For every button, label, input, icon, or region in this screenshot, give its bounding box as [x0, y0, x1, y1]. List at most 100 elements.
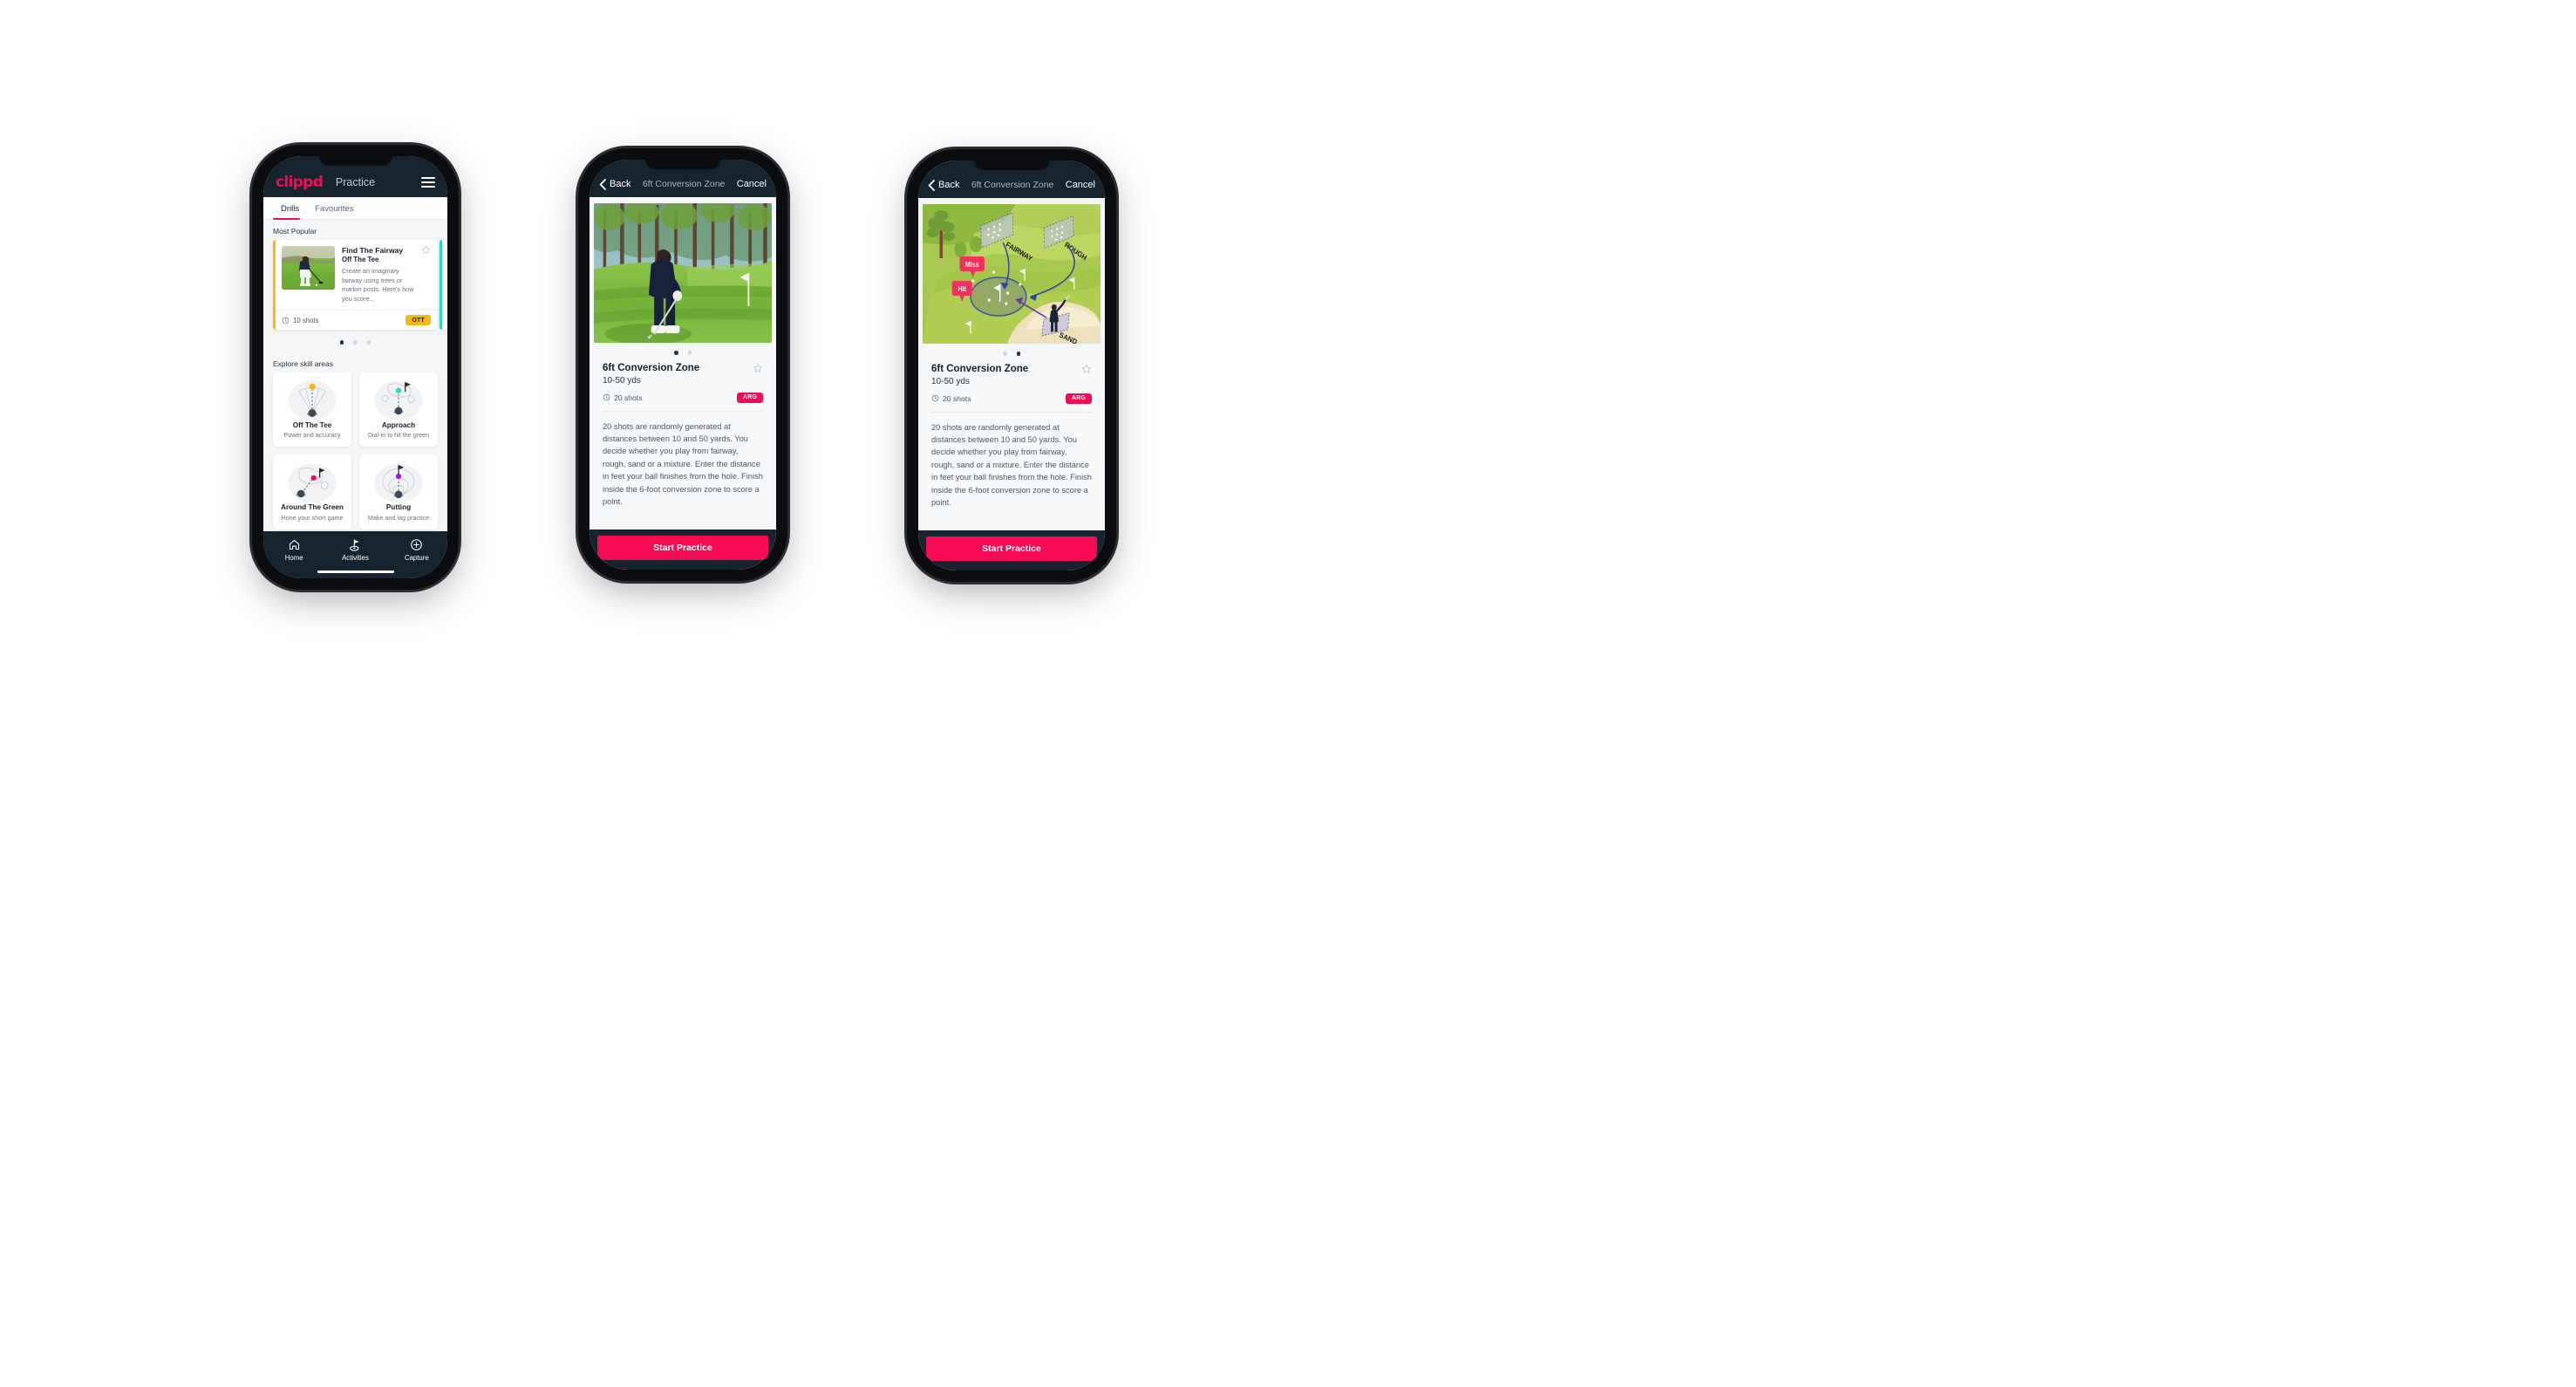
- phone1-screen: clippd Practice Drills Favourites Most P…: [263, 156, 447, 578]
- drill-shots-label: 10 shots: [293, 316, 319, 325]
- drill-detail-description: 20 shots are randomly generated at dista…: [931, 422, 1092, 507]
- skill-card-putting[interactable]: Putting Make and lag practice: [359, 454, 438, 530]
- hero-media[interactable]: [594, 203, 772, 343]
- skill-card-approach[interactable]: Approach Dial-in to hit the green: [359, 372, 438, 448]
- skill-card-title: Off The Tee: [292, 420, 332, 429]
- drill-shots-label: 20 shots: [614, 393, 643, 402]
- back-button[interactable]: Back: [599, 178, 631, 190]
- putting-rings-icon: [363, 462, 434, 503]
- bottom-tabbar: Home Activities Capture: [263, 531, 447, 578]
- tabbar-item-home[interactable]: Home: [263, 537, 324, 578]
- brand-logo[interactable]: clippd: [276, 174, 324, 191]
- drill-subtitle: Off The Tee: [342, 256, 379, 263]
- svg-text:Hit: Hit: [958, 285, 967, 294]
- start-practice-button[interactable]: Start Practice: [926, 536, 1097, 561]
- cancel-button[interactable]: Cancel: [737, 179, 767, 189]
- star-outline-icon[interactable]: [753, 363, 763, 373]
- tabbar-item-capture[interactable]: Capture: [386, 537, 447, 578]
- carousel-dot[interactable]: [687, 351, 692, 355]
- drill-card-top: Find The Fairway Off The Tee Create an i…: [276, 240, 438, 310]
- tabbar-label: Activities: [342, 554, 369, 562]
- hamburger-icon[interactable]: [421, 176, 435, 188]
- phone-mockup-drill-detail-diagram: Back 6ft Conversion Zone Cancel FAIRWAY …: [907, 149, 1116, 582]
- section-skill-areas-label: Explore skill areas: [273, 359, 333, 368]
- tab-strip: Drills Favourites: [263, 197, 447, 220]
- golfer-teeing-photo: [282, 246, 335, 290]
- drill-detail-head: 6ft Conversion Zone 10-50 yds: [603, 361, 763, 386]
- tab-drills[interactable]: Drills: [273, 197, 307, 220]
- back-button[interactable]: Back: [928, 179, 960, 191]
- drill-thumbnail: [282, 246, 335, 290]
- drill-detail-meta: 20 shots ARG: [603, 392, 763, 412]
- star-outline-icon[interactable]: [1081, 364, 1092, 374]
- drill-skill-badge: ARG: [1065, 393, 1092, 404]
- drill-skill-badge: OTT: [405, 315, 431, 326]
- skill-areas-grid: Off The Tee Power and accuracy Approach …: [263, 372, 447, 530]
- drill-detail-yardage: 10-50 yds: [931, 376, 970, 386]
- skill-card-off-the-tee[interactable]: Off The Tee Power and accuracy: [273, 372, 351, 448]
- hamburger-bar: [421, 185, 435, 188]
- carousel-dot[interactable]: [1016, 352, 1020, 356]
- drill-detail-meta: 20 shots ARG: [931, 393, 1092, 413]
- home-indicator: [317, 570, 394, 573]
- skill-card-desc: Hone your short game: [281, 513, 344, 522]
- skill-card-around-the-green[interactable]: Around The Green Hone your short game: [273, 454, 351, 530]
- skill-card-title: Putting: [385, 503, 412, 512]
- hamburger-bar: [421, 181, 435, 183]
- chevron-left-icon: [928, 179, 935, 191]
- shots-clock-icon: [282, 317, 290, 325]
- drill-card-peek[interactable]: [440, 240, 447, 331]
- phone2-screen: Back 6ft Conversion Zone Cancel 6ft Conv…: [589, 160, 776, 570]
- drill-detail-title: 6ft Conversion Zone: [931, 363, 1029, 374]
- carousel-dot[interactable]: [366, 340, 371, 345]
- tabbar-label: Capture: [404, 554, 429, 562]
- drill-shots-meta: 20 shots: [931, 394, 971, 403]
- hamburger-bar: [421, 176, 435, 179]
- skill-card-title: Around The Green: [281, 503, 344, 512]
- back-label: Back: [938, 180, 960, 190]
- start-practice-button[interactable]: Start Practice: [597, 536, 768, 560]
- carousel-dots: [589, 343, 776, 361]
- drill-detail-card: 6ft Conversion Zone 10-50 yds 20 shots A…: [594, 360, 772, 530]
- detail-title-nav: 6ft Conversion Zone: [971, 180, 1054, 190]
- carousel-dots: [263, 330, 447, 352]
- carousel-dot[interactable]: [339, 340, 344, 345]
- plus-circle-icon: [386, 537, 447, 552]
- carousel-dot[interactable]: [1003, 352, 1007, 356]
- drill-detail-description: 20 shots are randomly generated at dista…: [603, 421, 763, 506]
- drill-shots-label: 20 shots: [943, 393, 971, 403]
- carousel-dot[interactable]: [353, 340, 358, 345]
- drill-skill-badge: ARG: [736, 392, 763, 403]
- golfer-chipping-photo: [594, 203, 772, 343]
- detail-title-nav: 6ft Conversion Zone: [642, 179, 726, 189]
- carousel-dots: [918, 344, 1105, 362]
- cancel-button[interactable]: Cancel: [1066, 180, 1095, 190]
- drill-shots-meta: 20 shots: [603, 393, 643, 402]
- home-icon: [263, 537, 324, 552]
- star-outline-icon[interactable]: [421, 245, 431, 255]
- page-title: Practice: [335, 175, 376, 188]
- drill-card-footer: 10 shots OTT: [276, 310, 438, 330]
- drill-detail-yardage: 10-50 yds: [603, 375, 641, 386]
- shots-clock-icon: [603, 393, 610, 401]
- skill-card-desc: Dial-in to hit the green: [367, 431, 430, 440]
- drill-card[interactable]: Find The Fairway Off The Tee Create an i…: [273, 240, 438, 331]
- back-label: Back: [610, 179, 631, 189]
- golf-flag-icon: [324, 537, 385, 552]
- phone3-screen: Back 6ft Conversion Zone Cancel FAIRWAY …: [918, 161, 1105, 571]
- section-most-popular-label: Most Popular: [273, 227, 317, 236]
- approach-green-icon: [363, 380, 434, 420]
- golf-course-diagram: FAIRWAY ROUGH SAND Miss Hit: [923, 204, 1101, 344]
- cta-container: Start Practice: [589, 530, 776, 570]
- tab-favourites[interactable]: Favourites: [307, 197, 361, 219]
- practice-scroll-area[interactable]: Most Popular Find The Fairway Off The Te…: [263, 220, 447, 531]
- phone3-notch: [974, 161, 1049, 170]
- drill-detail-title: 6ft Conversion Zone: [603, 362, 700, 373]
- carousel-dot[interactable]: [674, 351, 678, 355]
- detail-body: FAIRWAY ROUGH SAND Miss Hit 6ft Conversi…: [918, 198, 1105, 571]
- around-green-icon: [276, 462, 348, 503]
- hero-media[interactable]: FAIRWAY ROUGH SAND Miss Hit: [923, 204, 1101, 344]
- tabbar-label: Home: [284, 554, 303, 562]
- shots-clock-icon: [931, 394, 939, 402]
- skill-card-desc: Make and lag practice: [367, 513, 430, 522]
